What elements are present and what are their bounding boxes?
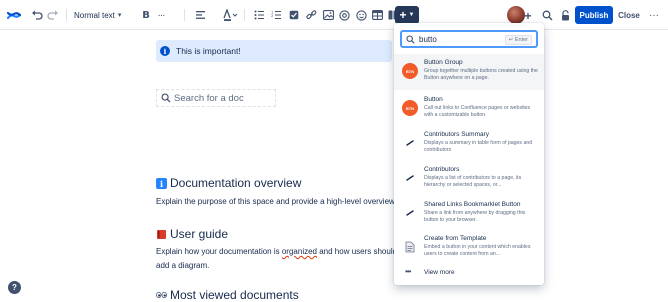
toolbar-divider bbox=[66, 9, 67, 21]
heading-text: Most viewed documents bbox=[170, 288, 299, 302]
bullet-list-icon[interactable] bbox=[253, 7, 265, 23]
bold-button[interactable]: B bbox=[141, 7, 151, 23]
svg-text:2: 2 bbox=[271, 14, 273, 18]
search-icon bbox=[161, 93, 171, 103]
section-heading[interactable]: User guide bbox=[156, 227, 228, 241]
paragraph[interactable]: add a diagram. bbox=[156, 261, 209, 270]
text-color-icon[interactable] bbox=[222, 7, 238, 23]
menu-item-contributors-summary[interactable]: Contributors Summary Displays a summary … bbox=[394, 126, 544, 162]
menu-item-contributors[interactable]: Contributors Displays a list of contribu… bbox=[394, 161, 544, 197]
editor-toolbar: Normal text ▾ B ··· 12 + ▼ + Publish Clo… bbox=[0, 0, 668, 30]
image-icon[interactable] bbox=[322, 7, 334, 23]
search-input[interactable]: Search for a doc bbox=[156, 89, 276, 107]
menu-item-title: Button Group bbox=[424, 59, 463, 66]
more-dots-icon: ••• bbox=[405, 267, 411, 276]
heading-text: User guide bbox=[170, 227, 229, 241]
align-left-icon[interactable] bbox=[194, 7, 208, 23]
undo-icon[interactable] bbox=[30, 7, 44, 23]
paragraph[interactable]: Explain the purpose of this space and pr… bbox=[156, 197, 412, 206]
menu-item-description: Displays a summary in table form of page… bbox=[424, 140, 533, 153]
search-placeholder: Search for a doc bbox=[174, 92, 244, 104]
menu-item-description: Call out links to Confluence pages or we… bbox=[424, 105, 531, 118]
numbered-list-icon[interactable]: 12 bbox=[270, 7, 282, 23]
emoji-icon[interactable] bbox=[355, 7, 367, 23]
contributors-summary-icon bbox=[402, 135, 418, 151]
chevron-down-icon: ▼ bbox=[408, 12, 415, 18]
insert-elements-button[interactable]: + ▼ bbox=[395, 6, 419, 24]
menu-item-description: Group together multiple buttons created … bbox=[424, 68, 538, 81]
publish-button[interactable]: Publish bbox=[575, 6, 613, 24]
contributors-icon bbox=[402, 170, 418, 186]
book-icon bbox=[156, 229, 167, 240]
lock-icon[interactable] bbox=[559, 7, 571, 23]
menu-item-button[interactable]: BTN Button Call out links to Confluence … bbox=[394, 91, 544, 127]
table-icon[interactable] bbox=[371, 7, 383, 23]
task-checkbox-icon[interactable] bbox=[288, 7, 300, 23]
view-more-button[interactable]: ••• View more bbox=[394, 263, 544, 283]
heading-text: Documentation overview bbox=[170, 176, 302, 190]
menu-item-button-group[interactable]: BTN Button Group Group together multiple… bbox=[394, 54, 544, 90]
insert-label: + bbox=[399, 8, 407, 22]
link-icon[interactable] bbox=[305, 7, 317, 23]
menu-item-title: Contributors bbox=[424, 166, 460, 173]
redo-icon[interactable] bbox=[46, 7, 60, 23]
menu-item-description: Share a link from anywhere by dragging t… bbox=[424, 210, 526, 223]
info-panel-text: This is important! bbox=[176, 46, 241, 56]
insert-search-value: butto bbox=[419, 34, 437, 44]
menu-item-title: Create from Template bbox=[424, 235, 487, 242]
toolbar-divider bbox=[184, 9, 185, 21]
more-formatting-button[interactable]: ··· bbox=[156, 7, 166, 23]
button-macro-icon: BTN bbox=[402, 63, 418, 79]
view-more-label: View more bbox=[424, 269, 455, 276]
menu-item-title: Button bbox=[424, 96, 443, 103]
search-icon bbox=[406, 34, 415, 44]
info-icon: i bbox=[160, 46, 170, 56]
menu-item-title: Contributors Summary bbox=[424, 131, 490, 138]
paragraph-text: Explain how your documentation is bbox=[156, 247, 282, 256]
enter-hint: ↵ Enter bbox=[504, 35, 532, 45]
button-macro-icon: BTN bbox=[402, 100, 418, 116]
menu-item-shared-links-bookmarklet[interactable]: Shared Links Bookmarklet Button Share a … bbox=[394, 196, 544, 232]
info-icon: i bbox=[156, 177, 167, 189]
section-heading[interactable]: Most viewed documents bbox=[156, 288, 299, 302]
bookmarklet-icon bbox=[402, 205, 418, 221]
svg-text:i: i bbox=[160, 179, 163, 189]
menu-item-create-from-template[interactable]: Create from Template Embed a button in y… bbox=[394, 230, 544, 266]
section-heading[interactable]: i Documentation overview bbox=[156, 176, 301, 190]
template-icon bbox=[402, 239, 418, 255]
chevron-down-icon: ▾ bbox=[117, 12, 122, 19]
misspelled-word[interactable]: organized bbox=[282, 247, 317, 256]
eyes-icon bbox=[156, 290, 167, 301]
paragraph[interactable]: Explain how your documentation is organi… bbox=[156, 247, 412, 256]
info-panel[interactable]: i This is important! bbox=[156, 40, 392, 62]
toolbar-divider bbox=[244, 9, 245, 21]
text-style-dropdown[interactable]: Normal text ▾ bbox=[74, 7, 132, 23]
insert-search-input[interactable]: butto ↵ Enter bbox=[400, 30, 538, 48]
close-button[interactable]: Close bbox=[617, 7, 641, 23]
help-button[interactable]: ? bbox=[8, 281, 21, 294]
menu-item-description: Embed a button in your content which ena… bbox=[424, 244, 531, 257]
mention-icon[interactable] bbox=[338, 7, 350, 23]
search-icon[interactable] bbox=[541, 7, 553, 23]
insert-menu: butto ↵ Enter BTN Button Group Group tog… bbox=[394, 23, 544, 285]
menu-item-title: Shared Links Bookmarklet Button bbox=[424, 201, 521, 208]
confluence-logo-icon[interactable] bbox=[6, 7, 22, 23]
menu-item-description: Displays a list of contributors to a pag… bbox=[424, 175, 522, 188]
add-collaborator-icon[interactable]: + bbox=[522, 8, 534, 24]
text-style-label: Normal text bbox=[74, 10, 115, 20]
more-actions-button[interactable]: ··· bbox=[647, 7, 661, 23]
